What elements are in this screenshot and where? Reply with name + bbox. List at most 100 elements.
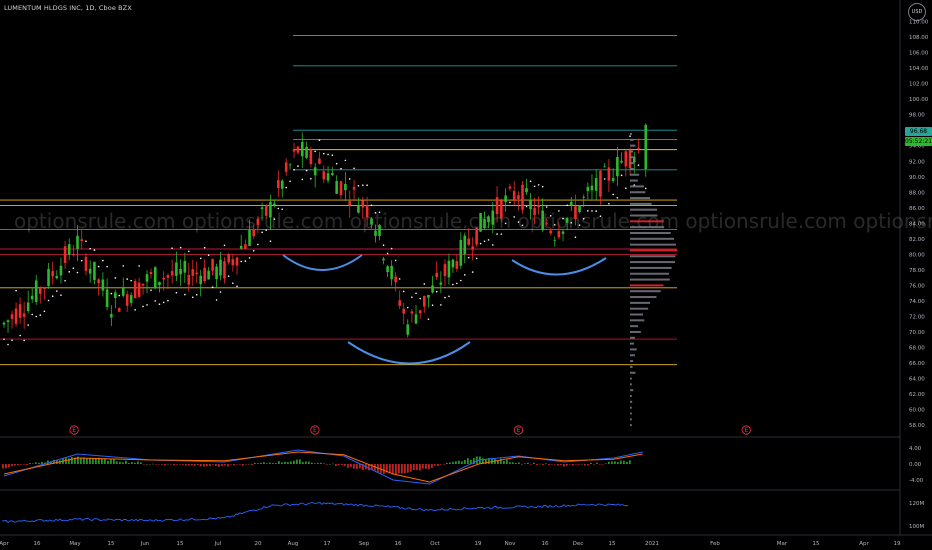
sar-dot xyxy=(191,296,194,299)
countdown-tag: 05:52:21 xyxy=(905,137,932,146)
sar-dot xyxy=(277,207,280,210)
sar-dot xyxy=(591,210,593,212)
candle-body xyxy=(339,181,343,196)
sar-dot xyxy=(357,185,360,187)
sar-dot xyxy=(281,208,284,211)
candle-body xyxy=(10,314,14,319)
x-tick-label: Jul xyxy=(214,541,222,547)
macd-hist-bar xyxy=(161,464,163,465)
sar-dot xyxy=(595,210,598,212)
x-tick-label: Apr xyxy=(0,541,9,547)
macd-hist-bar xyxy=(41,462,43,464)
sar-dot xyxy=(431,304,434,307)
volume-profile-bar xyxy=(630,226,665,229)
macd-hist-bar xyxy=(266,463,268,464)
candle-body xyxy=(284,162,288,172)
x-tick-label: Feb xyxy=(710,541,720,547)
sar-dot xyxy=(398,278,401,280)
earnings-marker-label: E xyxy=(744,427,748,434)
x-tick-label: Dec xyxy=(573,541,584,547)
candle-body xyxy=(2,322,6,325)
candle-body xyxy=(6,320,10,322)
macd-hist-bar xyxy=(590,462,592,464)
vol-y-tick: 120M xyxy=(909,501,924,507)
sar-dot xyxy=(68,271,71,273)
volume-profile-bar xyxy=(630,383,632,386)
x-tick-label: 20 xyxy=(255,541,262,547)
candle-body xyxy=(264,205,268,216)
macd-hist-bar xyxy=(395,464,397,475)
macd-hist-bar xyxy=(23,464,25,465)
candle-body xyxy=(191,269,195,276)
macd-hist-bar xyxy=(215,464,217,467)
sar-dot xyxy=(203,246,206,249)
candle-body xyxy=(361,200,365,208)
candle-body xyxy=(207,270,210,280)
candle-body xyxy=(170,271,174,276)
sar-dot xyxy=(110,292,113,295)
volume-profile-bar xyxy=(630,406,632,409)
candle-body xyxy=(594,178,598,191)
candle-body xyxy=(578,205,581,212)
macd-hist-bar xyxy=(311,462,313,464)
sar-dot xyxy=(331,154,334,157)
sar-dot xyxy=(146,304,148,306)
sar-dot xyxy=(521,224,524,227)
sar-dot xyxy=(35,315,38,318)
candle-body xyxy=(80,239,84,242)
macd-hist-bar xyxy=(101,458,103,464)
sar-dot xyxy=(130,279,132,282)
candle-body xyxy=(223,261,226,279)
sar-dot xyxy=(603,178,606,180)
macd-hist-bar xyxy=(572,464,574,466)
macd-hist-bar xyxy=(233,464,235,466)
macd-hist-bar xyxy=(614,461,616,464)
x-tick-label: 17 xyxy=(324,541,331,547)
sar-dot xyxy=(382,244,385,246)
candle-body xyxy=(14,308,18,324)
sar-dot xyxy=(7,343,9,346)
candle-body xyxy=(495,197,499,215)
sar-dot xyxy=(608,202,610,205)
x-tick-label: Nov xyxy=(505,541,516,547)
macd-hist-bar xyxy=(344,464,346,466)
last-price-tag: 96.68 xyxy=(905,127,932,136)
y-tick-label: 78.00 xyxy=(909,268,925,274)
candle-body xyxy=(529,199,532,210)
sar-dot xyxy=(118,294,121,297)
sar-dot xyxy=(150,289,152,291)
volume-profile-bar xyxy=(630,144,636,147)
sar-dot xyxy=(541,185,544,188)
macd-hist-bar xyxy=(200,464,202,467)
y-tick-label: 82.00 xyxy=(909,237,925,243)
sar-dot xyxy=(248,257,251,259)
sar-dot xyxy=(578,224,581,226)
sar-dot xyxy=(344,159,347,162)
macd-hist-bar xyxy=(620,460,622,464)
chart-canvas[interactable]: 110.00 108.00 106.00 104.00 102.00 100.00 98.0… xyxy=(0,0,932,550)
sar-dot xyxy=(533,185,536,188)
volume-profile-bar xyxy=(630,301,651,304)
sar-dot xyxy=(558,210,560,212)
sar-dot xyxy=(366,184,368,187)
sar-dot xyxy=(448,295,450,298)
y-tick-label: 62.00 xyxy=(909,392,925,398)
x-tick-label: 16 xyxy=(542,541,549,547)
sar-dot xyxy=(370,204,373,207)
candle-body xyxy=(183,260,187,273)
candle-body xyxy=(431,285,434,293)
macd-hist-bar xyxy=(110,459,112,464)
macd-hist-bar xyxy=(428,464,430,470)
y-tick-label: 106.00 xyxy=(909,51,929,57)
candle-body xyxy=(394,276,397,283)
y-tick-label: 68.00 xyxy=(909,346,925,352)
volume-profile-bar xyxy=(630,307,649,310)
volume-profile-bar xyxy=(630,377,632,380)
volume-profile-bar xyxy=(630,133,632,135)
candle-body xyxy=(557,231,561,238)
x-tick-label: 15 xyxy=(813,541,820,547)
sar-dot xyxy=(562,217,564,220)
macd-hist-bar xyxy=(170,464,172,465)
macd-hist-bar xyxy=(536,464,538,466)
macd-y-tick: 4.00 xyxy=(909,446,922,452)
